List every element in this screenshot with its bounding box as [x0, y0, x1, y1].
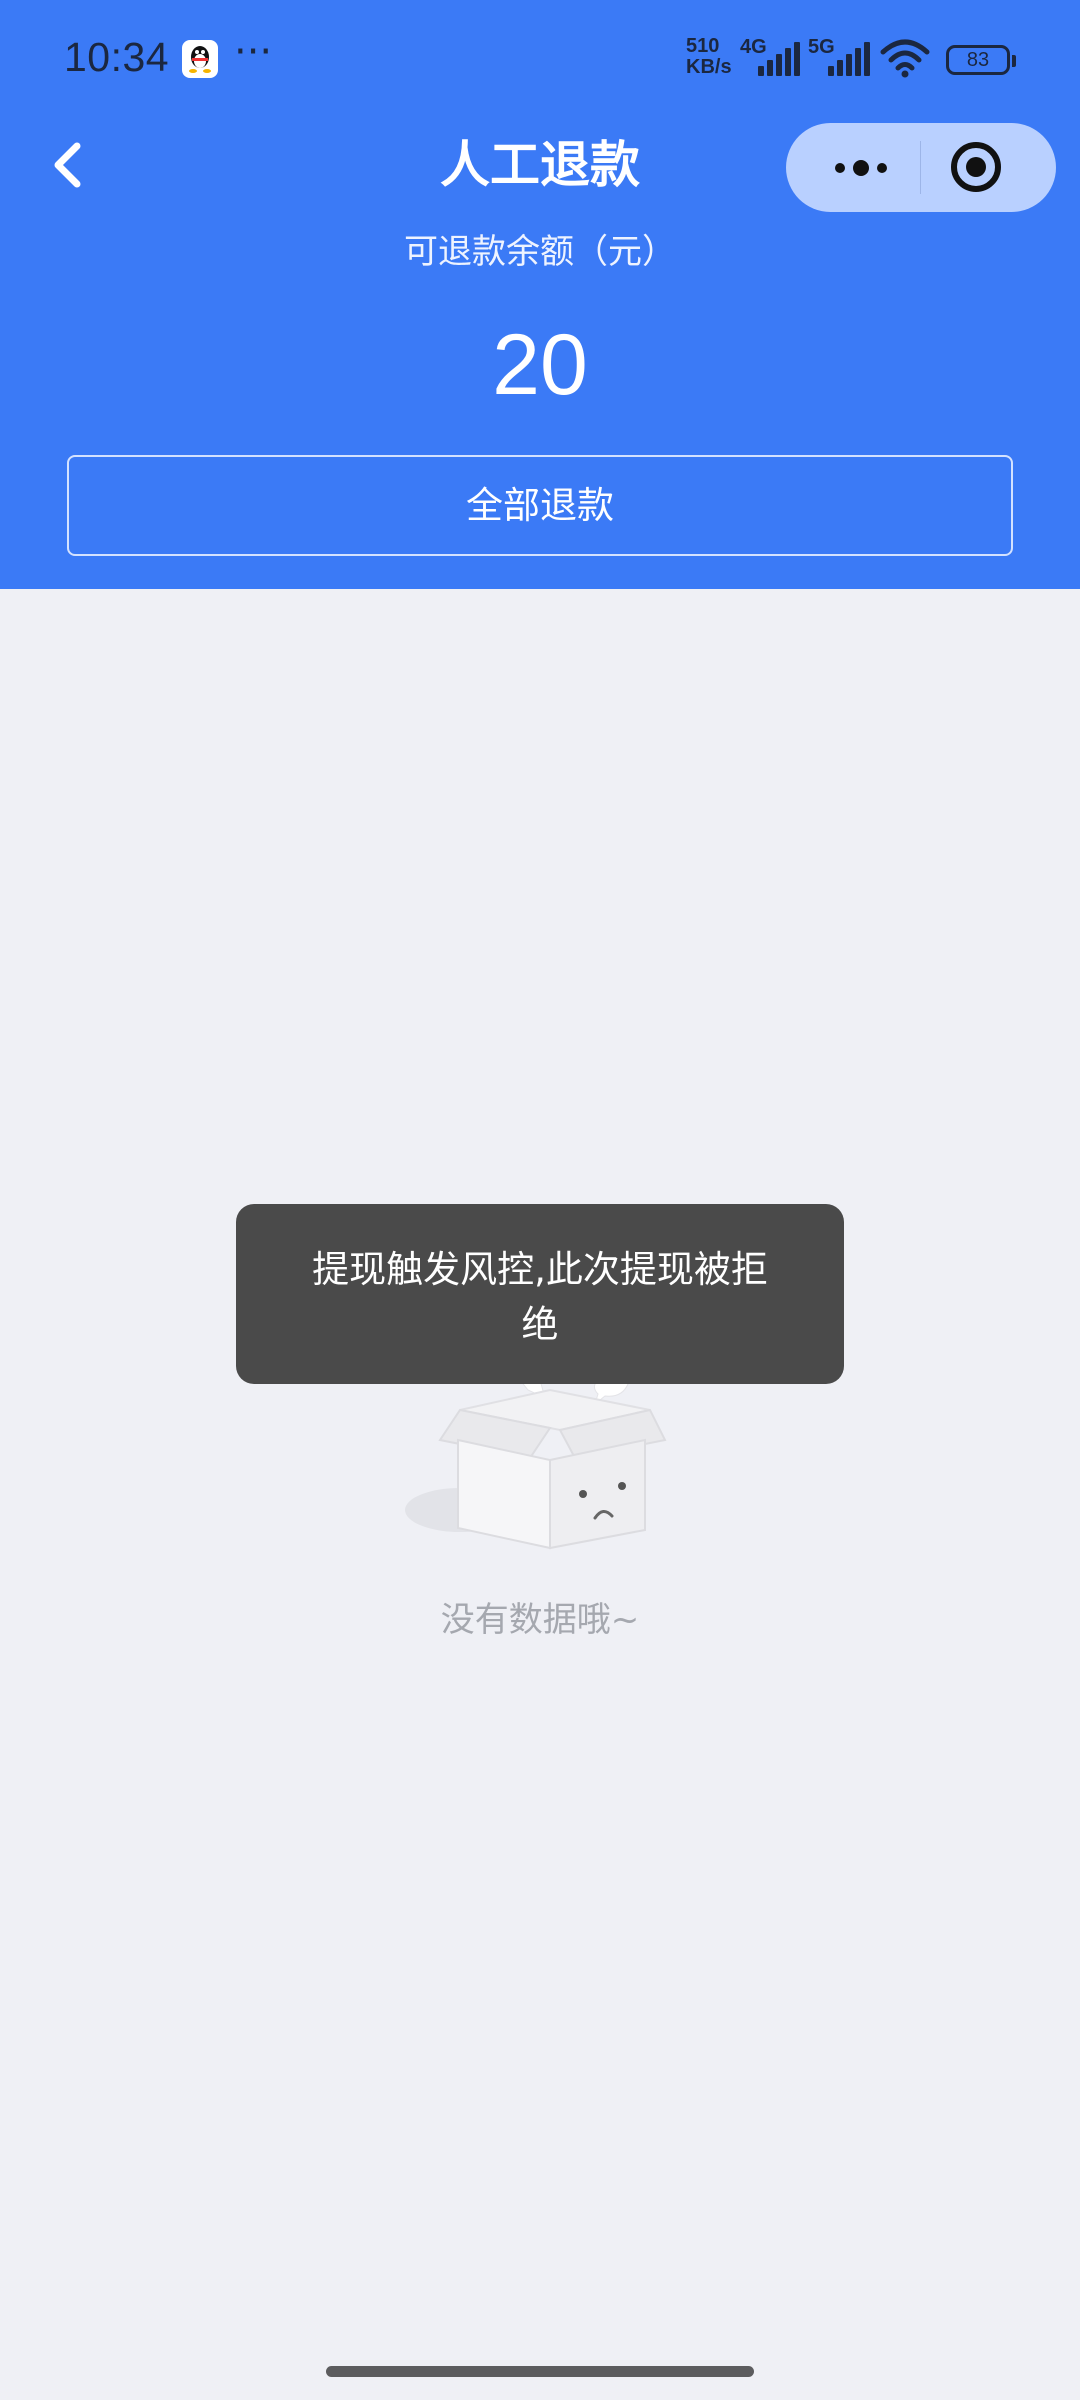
balance-amount: 20: [492, 317, 588, 413]
toast-line-2: 绝: [521, 1303, 559, 1346]
signal-icon: [758, 42, 800, 76]
wifi-icon: [880, 39, 930, 78]
network-speed-unit: KB/s: [686, 56, 732, 78]
capsule-close-button[interactable]: [946, 137, 1006, 197]
status-bar: 10:34 ··· 510 KB/s 4G 5G 83: [0, 0, 1080, 120]
target-close-icon: [951, 142, 1001, 192]
qq-notification-icon: [182, 40, 218, 78]
empty-box-icon: [400, 1370, 680, 1550]
refund-all-button[interactable]: 全部退款: [67, 455, 1013, 556]
empty-state-text: 没有数据哦~: [440, 1600, 640, 1640]
status-time: 10:34: [64, 34, 170, 80]
capsule-more-button[interactable]: [826, 145, 896, 191]
more-dots-icon: [835, 160, 887, 176]
toast-message: 提现触发风控,此次提现被拒 绝: [236, 1204, 844, 1384]
network-speed: 510 KB/s: [686, 36, 732, 78]
chevron-left-icon: [54, 142, 81, 188]
page-title: 人工退款: [440, 136, 640, 194]
more-notifications-icon: ···: [234, 29, 273, 75]
battery-indicator: 83: [946, 45, 1016, 75]
home-indicator[interactable]: [326, 2366, 754, 2377]
back-button[interactable]: [44, 130, 94, 200]
balance-label: 可退款余额（元）: [404, 232, 676, 272]
capsule-divider: [920, 141, 921, 194]
toast-line-1: 提现触发风控,此次提现被拒: [312, 1248, 768, 1291]
mini-program-capsule: [786, 123, 1056, 212]
signal-icon-2: [828, 42, 870, 76]
network-speed-value: 510: [686, 35, 720, 57]
header: 10:34 ··· 510 KB/s 4G 5G 83 人工退款 可退款余额（元…: [0, 0, 1080, 589]
